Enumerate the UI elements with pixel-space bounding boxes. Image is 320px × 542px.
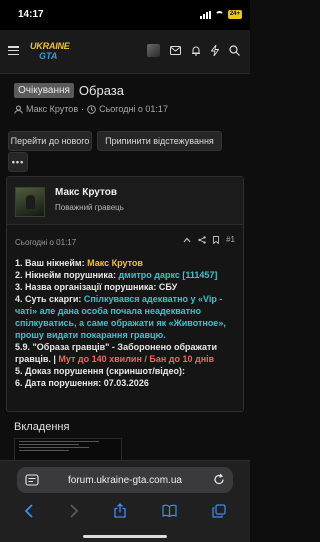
header-icons	[147, 44, 240, 57]
wifi-icon	[214, 11, 224, 18]
logo-text-bottom: GTA	[39, 51, 58, 61]
share-icon[interactable]	[114, 503, 127, 518]
forward-icon[interactable]	[69, 503, 79, 518]
signal-icon	[199, 10, 211, 19]
rule-penalty: Мут до 140 хвилин / Бан до 10 днів	[58, 354, 215, 364]
violator-value: дмитро даркс [111457]	[118, 270, 218, 280]
thread-date[interactable]: Сьогодні о 01:17	[99, 104, 168, 114]
page-title: Образа	[78, 83, 124, 98]
thread-author[interactable]: Макс Крутов	[26, 104, 78, 114]
post-line-3: 3. Назва організації порушника: СБУ	[15, 282, 178, 292]
back-icon[interactable]	[24, 503, 34, 518]
nickname-value: Макс Крутов	[87, 258, 143, 268]
post: Макс Крутов Поважний гравець Сьогодні о …	[6, 176, 244, 412]
address-bar[interactable]: forum.ukraine-gta.com.ua	[17, 467, 233, 493]
bell-icon[interactable]	[191, 45, 201, 56]
page-settings-icon[interactable]	[25, 474, 39, 486]
complaint-label: 4. Суть скарги:	[15, 294, 84, 304]
unwatch-button[interactable]: Припинити відстежування	[97, 131, 222, 151]
user-icon	[14, 105, 23, 114]
violator-label: 2. Нікнейм порушника:	[15, 270, 119, 280]
nickname-label: 1. Ваш нікнейм:	[15, 258, 88, 268]
chevron-up-icon[interactable]	[183, 237, 191, 243]
battery-icon: 24+	[227, 10, 242, 19]
post-user-block: Макс Крутов Поважний гравець	[7, 177, 243, 225]
lightning-icon[interactable]	[211, 45, 219, 56]
site-header: UKRAINE GTA	[0, 30, 250, 74]
menu-icon[interactable]	[8, 46, 19, 55]
post-number[interactable]: #1	[226, 235, 235, 244]
thread-title: Очікування Образа	[14, 83, 124, 98]
bookmark-icon[interactable]	[213, 235, 220, 244]
post-tools: #1	[183, 235, 235, 244]
post-username[interactable]: Макс Крутов	[55, 187, 117, 198]
url-text[interactable]: forum.ukraine-gta.com.ua	[68, 475, 182, 486]
thread-prefix-badge[interactable]: Очікування	[14, 83, 74, 98]
post-line-5: 5.9. "Образа гравців" - Заборонено ображ…	[15, 341, 237, 365]
post-line-2: 2. Нікнейм порушника: дмитро даркс [1114…	[15, 269, 237, 281]
home-indicator	[83, 535, 167, 538]
share-icon[interactable]	[198, 235, 206, 244]
browser-bar: forum.ukraine-gta.com.ua	[0, 460, 250, 542]
status-time: 14:17	[18, 9, 44, 20]
post-line-1: 1. Ваш нікнейм: Макс Крутов	[15, 257, 237, 269]
account-avatar[interactable]	[147, 44, 160, 57]
status-bar: 14:17 24+	[0, 0, 250, 30]
reload-icon[interactable]	[213, 473, 225, 486]
avatar[interactable]	[15, 187, 45, 217]
meta-separator: ·	[81, 104, 85, 114]
status-icons: 24+	[199, 10, 242, 19]
thread-meta: Макс Крутов · Сьогодні о 01:17	[14, 104, 168, 114]
more-options-button[interactable]: •••	[8, 152, 28, 172]
user-title: Поважний гравець	[55, 203, 124, 212]
browser-nav	[0, 503, 250, 518]
post-line-4: 4. Суть скарги: Спілкувався адекватно у …	[15, 293, 237, 341]
site-logo[interactable]: UKRAINE GTA	[30, 40, 72, 64]
post-line-7: 6. Дата порушення: 07.03.2026	[15, 378, 149, 388]
post-line-6: 5. Доказ порушення (скриншот/відео):	[15, 366, 185, 376]
bookmarks-icon[interactable]	[162, 504, 177, 517]
post-body: 1. Ваш нікнейм: Макс Крутов 2. Нікнейм п…	[15, 257, 237, 389]
go-to-new-button[interactable]: Перейти до нового	[8, 131, 92, 151]
logo-text-top: UKRAINE	[30, 41, 70, 51]
inbox-icon[interactable]	[170, 46, 181, 55]
search-icon[interactable]	[229, 45, 240, 56]
clock-icon	[87, 104, 96, 114]
post-date[interactable]: Сьогодні о 01:17	[15, 238, 76, 247]
attachments-title: Вкладення	[14, 421, 70, 433]
tabs-icon[interactable]	[212, 503, 226, 518]
